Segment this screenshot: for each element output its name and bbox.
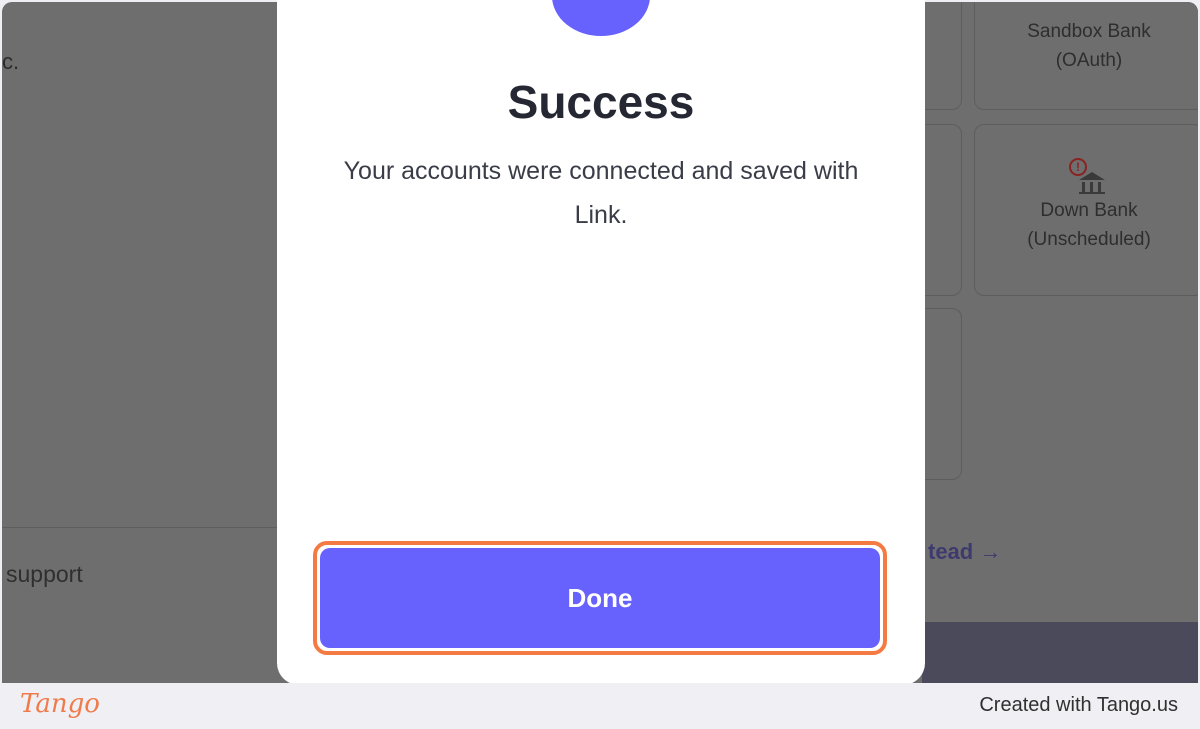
- tango-footer: Tango Created with Tango.us: [0, 683, 1200, 729]
- modal-title: Success: [507, 76, 695, 128]
- credit-text: Created with Tango.us: [979, 694, 1178, 716]
- done-button[interactable]: Done: [320, 548, 880, 648]
- background-partial-text: c.: [2, 49, 20, 74]
- success-icon: [552, 0, 650, 36]
- divider: [2, 527, 282, 528]
- bank-alert-icon: !: [1069, 158, 1109, 198]
- bank-subtitle: (OAuth): [1055, 50, 1123, 71]
- bank-icon: [975, 2, 1198, 17]
- bank-card-down[interactable]: ! Down Bank (Unscheduled): [974, 124, 1198, 296]
- bank-card-sandbox[interactable]: Sandbox Bank (OAuth): [974, 2, 1198, 110]
- support-link[interactable]: support: [6, 561, 83, 588]
- bank-name: Sandbox Bank: [1027, 21, 1151, 42]
- arrow-right-icon: →: [979, 539, 1002, 564]
- instead-link[interactable]: tead →: [928, 539, 1001, 565]
- success-modal: Success Your accounts were connected and…: [277, 0, 925, 685]
- bank-subtitle: (Unscheduled): [1027, 229, 1151, 250]
- modal-message: Your accounts were connected and saved w…: [343, 157, 859, 229]
- bank-name: Down Bank: [1040, 200, 1138, 221]
- instead-link-label: tead: [928, 539, 974, 564]
- tango-logo: Tango: [20, 689, 100, 719]
- background-footer-band: [922, 622, 1198, 683]
- screenshot-stage: c. support Sandbox Bank (OAuth) ! Down B…: [0, 0, 1200, 729]
